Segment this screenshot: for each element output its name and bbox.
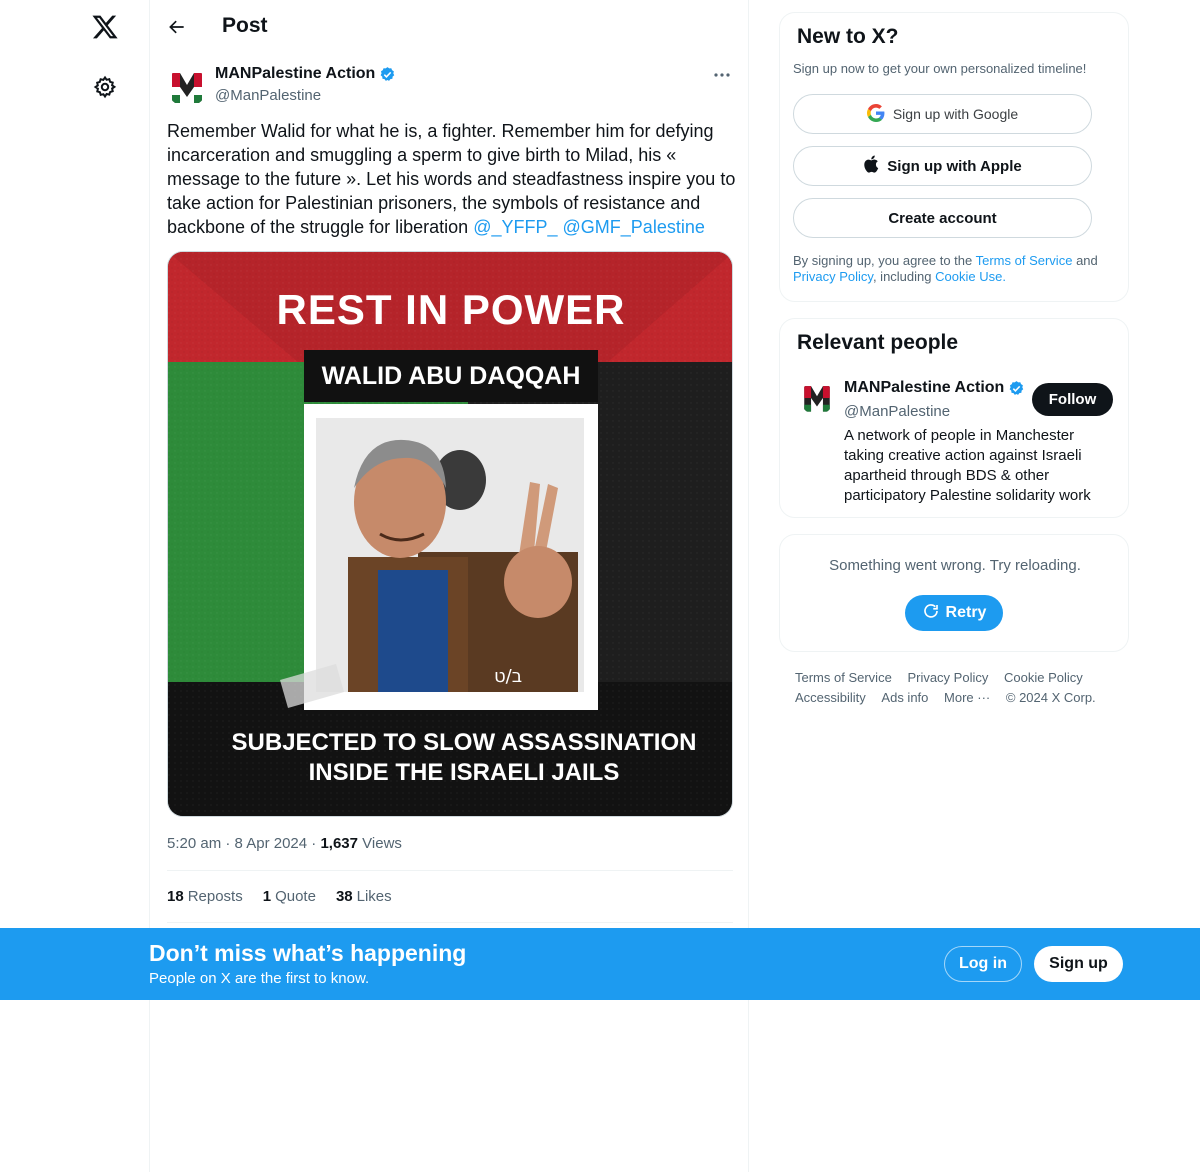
relevant-people-title: Relevant people — [797, 331, 959, 354]
retry-button[interactable]: Retry — [905, 595, 1003, 631]
post-stats: 18 Reposts 1 Quote 38 Likes — [167, 888, 392, 905]
verified-badge-icon — [1008, 380, 1025, 397]
retry-label: Retry — [945, 604, 987, 621]
error-card: Something went wrong. Try reloading. Ret… — [779, 534, 1129, 652]
divider — [167, 870, 733, 871]
mention-link[interactable]: @_YFFP_ — [473, 217, 557, 237]
quotes-count: 1 — [262, 888, 272, 905]
author-name[interactable]: MANPalestine Action — [215, 65, 396, 83]
quotes-stat[interactable]: 1 Quote — [263, 888, 316, 905]
likes-stat[interactable]: 38 Likes — [336, 888, 392, 905]
image-headline: REST IN POWER — [276, 286, 625, 333]
privacy-link[interactable]: Privacy Policy — [793, 269, 873, 284]
author-handle[interactable]: @ManPalestine — [215, 87, 321, 104]
google-icon — [866, 103, 885, 125]
apple-signup-label: Sign up with Apple — [887, 157, 1022, 175]
page-title: Post — [222, 14, 268, 37]
person-name[interactable]: MANPalestine Action — [844, 379, 1025, 397]
footer-copyright: © 2024 X Corp. — [1005, 690, 1096, 705]
terms-link[interactable]: Terms of Service — [976, 253, 1073, 268]
likes-count: 38 — [335, 888, 353, 905]
login-button[interactable]: Log in — [944, 946, 1022, 982]
image-caption-line1: SUBJECTED TO SLOW ASSASSINATION — [232, 729, 697, 756]
post-date[interactable]: 8 Apr 2024 — [235, 835, 308, 852]
post-image[interactable]: REST IN POWER WALID ABU DAQQAH ב/ט SUBJE… — [167, 251, 733, 817]
error-message: Something went wrong. Try reloading. — [829, 557, 1081, 574]
reposts-label: Reposts — [187, 888, 243, 905]
google-signup-button[interactable]: Sign up with Google — [793, 94, 1092, 134]
signup-title: New to X? — [797, 25, 899, 48]
google-signup-label: Sign up with Google — [892, 106, 1019, 122]
legal-text: By signing up, you agree to the Terms of… — [793, 253, 1123, 285]
footer-link-accessibility[interactable]: Accessibility — [795, 688, 866, 708]
mention-link[interactable]: @GMF_Palestine — [563, 217, 705, 237]
meta-separator: · — [311, 835, 317, 852]
banner-subtitle: People on X are the first to know. — [149, 970, 370, 987]
footer-link-cookie[interactable]: Cookie Policy — [1004, 668, 1083, 688]
verified-badge-icon — [379, 66, 396, 83]
page-header: Post — [150, 0, 750, 54]
views-label: Views — [362, 835, 402, 852]
signup-card: New to X? Sign up now to get your own pe… — [779, 12, 1129, 302]
person-handle[interactable]: @ManPalestine — [844, 403, 950, 420]
create-account-label: Create account — [888, 209, 997, 227]
cookie-link[interactable]: Cookie Use. — [935, 269, 1006, 284]
signup-subtitle: Sign up now to get your own personalized… — [793, 61, 1087, 76]
person-bio: A network of people in Manchester taking… — [844, 427, 1091, 504]
footer-links: Terms of Service Privacy Policy Cookie P… — [795, 668, 1125, 708]
banner-title: Don’t miss what’s happening — [149, 940, 467, 966]
footer-link-terms[interactable]: Terms of Service — [795, 668, 892, 688]
meta-separator: · — [225, 835, 231, 852]
post-text: Remember Walid for what he is, a fighter… — [167, 119, 737, 239]
person-name-text[interactable]: MANPalestine Action — [844, 379, 1004, 397]
create-account-button[interactable]: Create account — [793, 198, 1092, 238]
post-meta: 5:20 am · 8 Apr 2024 · 1,637 Views — [167, 835, 402, 852]
avatar[interactable] — [800, 381, 834, 415]
retry-icon — [922, 602, 940, 625]
post-time[interactable]: 5:20 am — [167, 835, 221, 852]
apple-icon — [863, 155, 879, 177]
quotes-label: Quote — [275, 888, 316, 905]
avatar[interactable] — [167, 67, 207, 107]
image-name-banner: WALID ABU DAQQAH — [322, 362, 581, 390]
footer-link-ads[interactable]: Ads info — [881, 688, 928, 708]
footer-link-privacy[interactable]: Privacy Policy — [907, 668, 988, 688]
signup-button[interactable]: Sign up — [1034, 946, 1123, 982]
legal-including: , including — [872, 269, 932, 284]
footer-link-more[interactable]: More ··· — [944, 688, 990, 708]
gear-icon[interactable] — [88, 70, 122, 104]
relevant-people-card: Relevant people MANPalestine Action @Man… — [779, 318, 1129, 518]
legal-and: and — [1076, 253, 1098, 268]
likes-label: Likes — [356, 888, 392, 905]
back-arrow-icon[interactable] — [162, 12, 192, 42]
bottom-banner: Don’t miss what’s happening People on X … — [0, 928, 1200, 1000]
x-logo-icon[interactable] — [88, 10, 122, 44]
post-author: MANPalestine Action @ManPalestine — [167, 63, 737, 109]
follow-button[interactable]: Follow — [1032, 383, 1113, 416]
image-caption-line2: INSIDE THE ISRAELI JAILS — [309, 759, 620, 786]
views-count: 1,637 — [320, 835, 358, 852]
image-jacket-mark: ב/ט — [494, 666, 522, 687]
more-icon[interactable] — [707, 63, 737, 87]
author-name-text[interactable]: MANPalestine Action — [215, 65, 375, 83]
legal-prefix: By signing up, you agree to the — [793, 253, 973, 268]
apple-signup-button[interactable]: Sign up with Apple — [793, 146, 1092, 186]
reposts-stat[interactable]: 18 Reposts — [167, 888, 243, 905]
divider — [167, 922, 733, 923]
reposts-count: 18 — [167, 888, 184, 905]
